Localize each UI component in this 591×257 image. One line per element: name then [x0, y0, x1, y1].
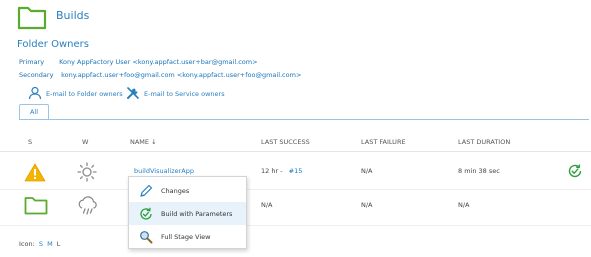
warning-status-icon	[24, 163, 46, 186]
schedule-build-icon[interactable]	[567, 163, 583, 183]
menu-item-build-with-parameters-label: Build with Parameters	[161, 209, 233, 218]
last-success-build-link[interactable]: #15	[289, 167, 303, 175]
last-duration-value-row2: N/A	[458, 201, 470, 209]
email-folder-owners-button[interactable]: E-mail to Folder owners	[28, 86, 123, 102]
menu-item-build-with-parameters[interactable]: Build with Parameters	[129, 202, 246, 225]
column-header-last-failure[interactable]: LAST FAILURE	[361, 138, 406, 146]
primary-label: Primary	[19, 58, 45, 66]
last-success-value: 12 hr - #15	[261, 167, 302, 175]
job-link-build-visualizer-app[interactable]: buildVisualizerApp	[134, 167, 194, 175]
menu-item-changes[interactable]: Changes	[129, 179, 246, 202]
column-header-last-success[interactable]: LAST SUCCESS	[261, 138, 310, 146]
icon-size-large: L	[56, 240, 61, 248]
cloud-rain-weather-icon	[77, 196, 99, 220]
row-divider	[0, 189, 591, 190]
primary-owner-row: Primary Kony AppFactory User <kony.appfa…	[19, 58, 258, 66]
email-folder-owners-label: E-mail to Folder owners	[46, 90, 123, 98]
email-service-owners-button[interactable]: E-mail to Service owners	[126, 86, 225, 102]
column-header-status[interactable]: S	[28, 138, 32, 146]
column-header-last-duration[interactable]: LAST DURATION	[458, 138, 510, 146]
job-context-menu: Changes Build with Parameters Full Stage…	[128, 176, 247, 249]
clock-arrow-icon	[139, 207, 153, 221]
last-success-time: 12 hr -	[261, 167, 283, 175]
icon-size-small[interactable]: S	[39, 240, 43, 248]
tools-icon	[126, 86, 140, 102]
menu-item-full-stage-view-label: Full Stage View	[161, 232, 211, 241]
secondary-label: Secondary	[19, 71, 54, 79]
icon-size-medium[interactable]: M	[47, 240, 53, 248]
primary-owner-link[interactable]: Kony AppFactory User <kony.appfact.user+…	[59, 58, 257, 66]
menu-item-changes-label: Changes	[161, 186, 190, 195]
page-title: Builds	[56, 9, 90, 22]
sun-weather-icon	[77, 162, 97, 186]
icon-size-selector: Icon: S M L	[19, 240, 60, 248]
folder-owners-title: Folder Owners	[17, 39, 89, 50]
column-header-name[interactable]: NAME ↓	[130, 138, 157, 146]
header-divider	[0, 151, 591, 152]
last-duration-value: 8 min 38 sec	[458, 167, 500, 175]
last-success-value-row2: N/A	[261, 201, 273, 209]
last-failure-value: N/A	[361, 167, 373, 175]
folder-status-icon	[24, 195, 48, 219]
icon-size-label: Icon:	[19, 240, 35, 248]
last-failure-value-row2: N/A	[361, 201, 373, 209]
tab-divider	[19, 119, 589, 120]
folder-icon	[17, 4, 47, 30]
tab-all[interactable]: All	[19, 104, 49, 120]
email-service-owners-label: E-mail to Service owners	[144, 90, 225, 98]
magnifier-icon	[139, 230, 153, 244]
secondary-owner-row: Secondary kony.appfact.user+foo@gmail.co…	[19, 71, 301, 79]
menu-item-full-stage-view[interactable]: Full Stage View	[129, 225, 246, 248]
column-header-weather[interactable]: W	[82, 138, 88, 146]
pencil-icon	[139, 184, 153, 198]
user-icon	[28, 86, 42, 102]
row-divider	[0, 225, 591, 226]
secondary-owner-link[interactable]: kony.appfact.user+foo@gmail.com <kony.ap…	[61, 71, 301, 79]
